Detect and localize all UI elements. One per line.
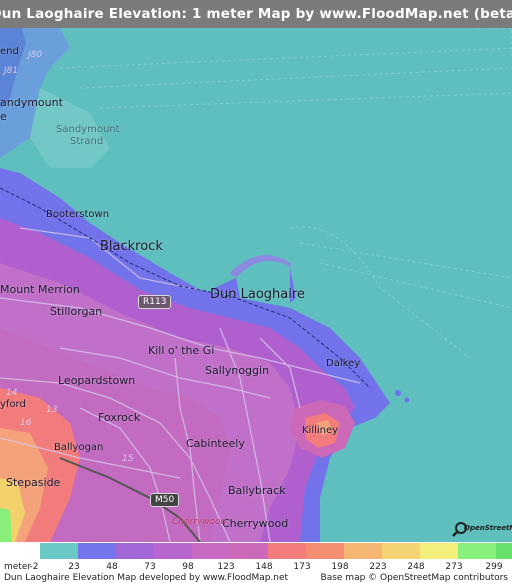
legend-swatch bbox=[116, 543, 154, 559]
place-mount-merrion: Mount Merrion bbox=[0, 283, 80, 296]
place-sandymount-strand-1: Sandymount bbox=[56, 124, 120, 135]
legend-swatch bbox=[192, 543, 230, 559]
place-sandyford: yford bbox=[0, 399, 26, 410]
legend-tick: -2 bbox=[29, 562, 39, 572]
place-booterstown: Booterstown bbox=[46, 209, 110, 220]
place-dun-laoghaire: Dun Laoghaire bbox=[210, 287, 305, 302]
legend-tick: 123 bbox=[217, 562, 235, 572]
legend-swatch bbox=[78, 543, 116, 559]
legend-tick: 148 bbox=[255, 562, 273, 572]
legend-swatch bbox=[268, 543, 306, 559]
legend-tick: 48 bbox=[106, 562, 118, 572]
place-stepaside: Stepaside bbox=[6, 476, 61, 489]
place-ballyogan: Ballyogan bbox=[54, 442, 104, 453]
legend-swatch bbox=[344, 543, 382, 559]
place-dalkey: Dalkey bbox=[326, 358, 361, 369]
road-m50-badge: M50 bbox=[150, 493, 180, 507]
elevation-map[interactable]: end andymount e Sandymount Strand Booter… bbox=[0, 28, 512, 542]
legend-swatch bbox=[154, 543, 192, 559]
dalkey-island-2 bbox=[404, 397, 410, 403]
road-r113-badge: R113 bbox=[138, 295, 172, 309]
osm-logo-text: OpenStreetMap bbox=[464, 524, 512, 532]
legend-tick: 248 bbox=[407, 562, 425, 572]
dalkey-island-1 bbox=[395, 390, 401, 396]
legend-swatch bbox=[40, 543, 78, 559]
place-sandymount: andymount bbox=[0, 96, 63, 109]
legend-tick: 299 bbox=[485, 562, 503, 572]
place-foxrock: Foxrock bbox=[98, 411, 141, 424]
legend-swatch bbox=[420, 543, 458, 559]
place-blackrock: Blackrock bbox=[100, 239, 163, 254]
openstreetmap-logo[interactable]: OpenStreetMap bbox=[450, 519, 512, 541]
legend-tick: 173 bbox=[293, 562, 311, 572]
place-killiney: Killiney bbox=[302, 425, 339, 436]
legend-swatch bbox=[230, 543, 268, 559]
legend-tick: 273 bbox=[445, 562, 463, 572]
road-13-label: 13 bbox=[46, 405, 58, 415]
elevation-legend: meter -2 23 48 73 98 123 148 173 198 223 248 273 299… bbox=[0, 542, 512, 583]
legend-swatch bbox=[382, 543, 420, 559]
legend-tick: 73 bbox=[144, 562, 156, 572]
place-ballybrack: Ballybrack bbox=[228, 484, 286, 497]
place-cherrywood: Cherrywood bbox=[222, 517, 289, 530]
legend-swatch bbox=[458, 543, 496, 559]
road-16-label: 16 bbox=[20, 418, 32, 428]
place-sallynoggin: Sallynoggin bbox=[205, 364, 270, 377]
title-bar: Dun Laoghaire Elevation: 1 meter Map by … bbox=[0, 0, 512, 28]
legend-tick: 198 bbox=[331, 562, 349, 572]
road-j80-label: J80 bbox=[28, 50, 43, 60]
place-ringsend: end bbox=[0, 46, 19, 57]
place-leopardstown: Leopardstown bbox=[58, 374, 136, 387]
road-j81-label: J81 bbox=[4, 66, 19, 76]
legend-swatch bbox=[306, 543, 344, 559]
road-15-label: 15 bbox=[122, 454, 134, 464]
place-sandymount-suffix: e bbox=[0, 110, 7, 123]
road-14-label: 14 bbox=[6, 388, 18, 398]
place-stillorgan: Stillorgan bbox=[50, 305, 103, 318]
legend-unit: meter bbox=[4, 562, 32, 572]
place-cabinteely: Cabinteely bbox=[186, 437, 245, 450]
legend-tick: 223 bbox=[369, 562, 387, 572]
legend-tick: 98 bbox=[182, 562, 194, 572]
place-sandymount-strand-2: Strand bbox=[70, 136, 104, 147]
legend-swatch bbox=[496, 543, 512, 559]
map-title: Dun Laoghaire Elevation: 1 meter Map by … bbox=[0, 6, 512, 22]
legend-tick: 23 bbox=[68, 562, 80, 572]
place-kill-o-the-grange: Kill o' the Gi bbox=[148, 344, 215, 357]
road-cherrywood-label: Cherrywood bbox=[172, 517, 227, 527]
